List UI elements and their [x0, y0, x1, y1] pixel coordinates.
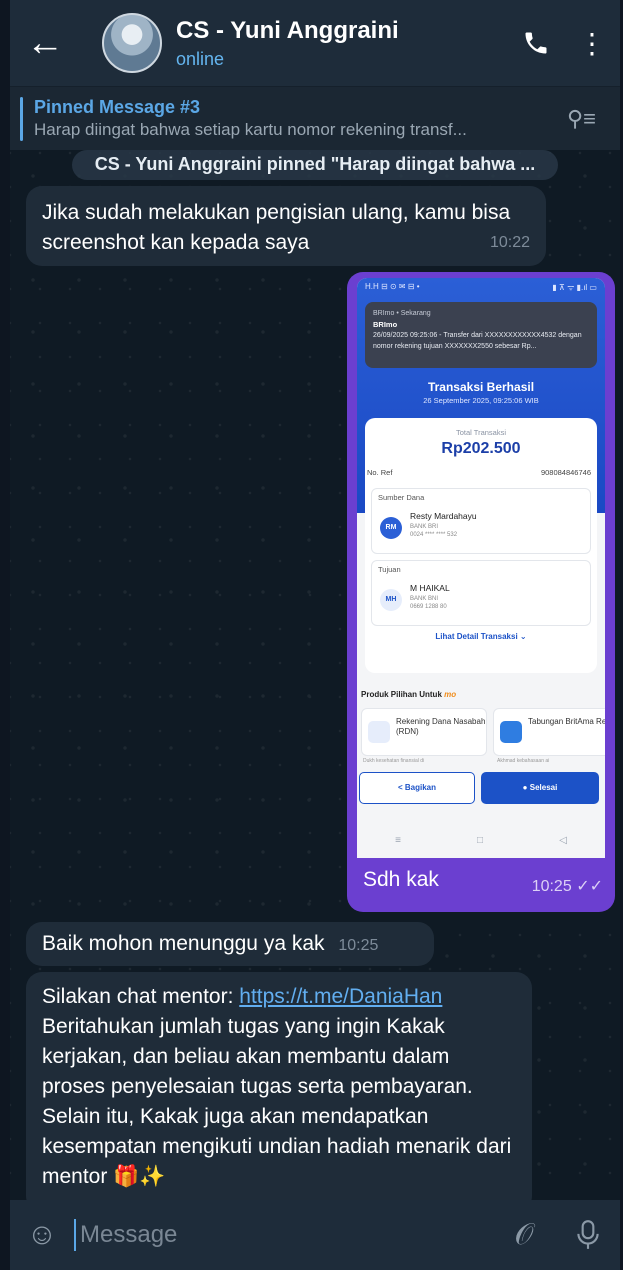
ss-done-button: ● Selesai — [481, 772, 599, 804]
pinned-list-icon[interactable]: ⚲≡ — [556, 106, 596, 132]
ss-dest-avatar: MH — [380, 589, 402, 611]
pinned-body: Harap diingat bahwa setiap kartu nomor r… — [34, 120, 467, 139]
ss-transaction-date: 26 September 2025, 09:25:06 WIB — [423, 396, 539, 405]
ss-dest-bank: BANK BNI — [410, 596, 439, 602]
incoming-message[interactable]: Jika sudah melakukan pengisian ulang, ka… — [26, 186, 546, 266]
ss-source-section: Sumber Dana RM Resty Mardahayu BANK BRI … — [371, 488, 591, 554]
ss-notif-app: BRImo • Sekarang — [373, 310, 431, 317]
ss-product-caption: Akhmad kebahasaan ai — [497, 758, 550, 764]
media-time-row: 10:25 ✓✓ — [532, 876, 603, 896]
ss-status-right: ▮ ⊼ ᯤ ▮.ıl ▭ — [552, 283, 597, 292]
mentor-link[interactable]: https://t.me/DaniaHan — [239, 985, 442, 1008]
ss-product-caption: Dukh kesehatan finansial di — [363, 758, 425, 764]
phone-icon[interactable] — [508, 29, 564, 57]
pinned-indicator — [20, 97, 23, 141]
ss-nav-back-icon: ◁ — [559, 834, 567, 846]
chat-title-block[interactable]: CS - Yuni Anggraini online — [176, 17, 508, 70]
message-input[interactable] — [74, 1219, 492, 1251]
microphone-icon[interactable] — [556, 1219, 620, 1251]
mentor-prefix: Silakan chat mentor: — [42, 985, 240, 1008]
incoming-message[interactable]: Baik mohon menunggu ya kak 10:25 — [26, 922, 434, 966]
ss-product-icon — [368, 721, 390, 743]
ss-notif-title: BRImo — [373, 320, 398, 329]
screenshot-image[interactable]: H.H ⊟ ⊙ ✉ ⊟ • ▮ ⊼ ᯤ ▮.ıl ▭ BRImo • Sekar… — [357, 278, 605, 858]
double-check-icon: ✓✓ — [576, 878, 603, 895]
chat-title: CS - Yuni Anggraini — [176, 16, 399, 44]
ss-dest-meta: BANK BNI 0669 1288 80 — [410, 595, 447, 611]
ss-source-meta: BANK BRI 0024 **** **** 532 — [410, 523, 457, 539]
incoming-message[interactable]: Silakan chat mentor: https://t.me/DaniaH… — [26, 972, 532, 1200]
ss-share-label: Bagikan — [404, 783, 437, 792]
ss-noref-label: No. Ref — [367, 468, 393, 477]
ss-source-name: Resty Mardahayu — [410, 511, 477, 521]
chat-screen: ← CS - Yuni Anggraini online ⋮ Pinned Me… — [10, 0, 620, 1270]
ss-total-value: Rp202.500 — [441, 440, 521, 457]
ss-products-title-text: Produk Pilihan Untuk — [361, 690, 442, 699]
ss-notif-body: 26/09/2025 09:25:06 - Transfer dari XXXX… — [373, 332, 582, 350]
ss-dest-label: Tujuan — [378, 565, 401, 574]
ss-source-avatar: RM — [380, 517, 402, 539]
ss-products-title: Produk Pilihan Untuk mo — [361, 690, 456, 699]
ss-total-label: Total Transaksi — [455, 428, 507, 437]
avatar[interactable] — [102, 13, 162, 73]
message-time: 10:25 — [531, 878, 572, 895]
mentor-body: Beritahukan jumlah tugas yang ingin Kaka… — [42, 1015, 473, 1098]
ss-nav-home-icon: □ — [477, 834, 484, 846]
ss-dest-acct: 0669 1288 80 — [410, 604, 447, 610]
attach-icon[interactable]: 𝒪 — [492, 1218, 556, 1252]
mentor-body-2: Selain itu, Kakak juga akan mendapatkan … — [42, 1105, 512, 1188]
ss-share-button: < Bagikan — [359, 772, 475, 804]
media-caption: Sdh kak — [363, 868, 439, 891]
ss-receipt-card: Total Transaksi Rp202.500 No. Ref 908084… — [365, 418, 597, 673]
ss-transaction-title: Transaksi Berhasil — [427, 380, 535, 394]
pinned-message-bar[interactable]: Pinned Message #3 Harap diingat bahwa se… — [10, 86, 620, 150]
message-text: Jika sudah melakukan pengisian ulang, ka… — [42, 201, 511, 254]
screenshot-notification: BRImo • Sekarang BRImo 26/09/2025 09:25:… — [365, 302, 597, 368]
pinned-title: Pinned Message #3 — [34, 97, 201, 117]
emoji-icon[interactable]: ☺ — [10, 1218, 74, 1252]
ss-done-label: Selesai — [529, 783, 558, 792]
ss-dest-section: Tujuan MH M HAIKAL BANK BNI 0669 1288 80 — [371, 560, 591, 626]
ss-source-acct: 0024 **** **** 532 — [410, 532, 458, 538]
ss-noref-value: 908084846746 — [540, 468, 591, 477]
ss-source-bank: BANK BRI — [410, 524, 439, 530]
message-time: 10:25 — [338, 937, 379, 954]
message-text: Baik mohon menunggu ya kak — [42, 932, 325, 955]
ss-product-name: Rekening Dana Nasabah (RDN) — [396, 717, 486, 736]
ss-status-left: H.H ⊟ ⊙ ✉ ⊟ • — [365, 282, 420, 291]
ss-product-card: Tabungan BritAma Re — [493, 708, 605, 756]
composer: ☺ 𝒪 — [10, 1200, 620, 1270]
chat-header: ← CS - Yuni Anggraini online ⋮ — [10, 0, 620, 86]
online-status: online — [176, 48, 225, 69]
more-menu-icon[interactable]: ⋮ — [564, 27, 620, 60]
ss-product-icon — [500, 721, 522, 743]
message-time: 10:22 — [489, 234, 530, 251]
ss-product-card: Rekening Dana Nasabah (RDN) — [361, 708, 487, 756]
message-list[interactable]: CS - Yuni Anggraini pinned "Harap diinga… — [10, 150, 620, 1200]
ss-detail-link: Lihat Detail Transaksi ⌄ — [435, 632, 527, 641]
ss-products-brand: mo — [444, 690, 457, 699]
service-message: CS - Yuni Anggraini pinned "Harap diinga… — [72, 150, 558, 180]
ss-noref: No. Ref 908084846746 — [367, 468, 591, 477]
ss-product-name: Tabungan BritAma Re — [528, 717, 605, 726]
pinned-text: Pinned Message #3 Harap diingat bahwa se… — [34, 97, 556, 140]
ss-dest-name: M HAIKAL — [410, 583, 450, 593]
ss-nav-recents-icon: ≡ — [395, 834, 401, 846]
back-arrow-icon[interactable]: ← — [10, 0, 80, 86]
ss-android-navbar: ≡ □ ◁ — [357, 822, 605, 858]
outgoing-media-message[interactable]: H.H ⊟ ⊙ ✉ ⊟ • ▮ ⊼ ᯤ ▮.ıl ▭ BRImo • Sekar… — [347, 272, 615, 912]
screenshot-status-bar: H.H ⊟ ⊙ ✉ ⊟ • ▮ ⊼ ᯤ ▮.ıl ▭ — [365, 282, 597, 296]
ss-source-label: Sumber Dana — [378, 493, 425, 502]
